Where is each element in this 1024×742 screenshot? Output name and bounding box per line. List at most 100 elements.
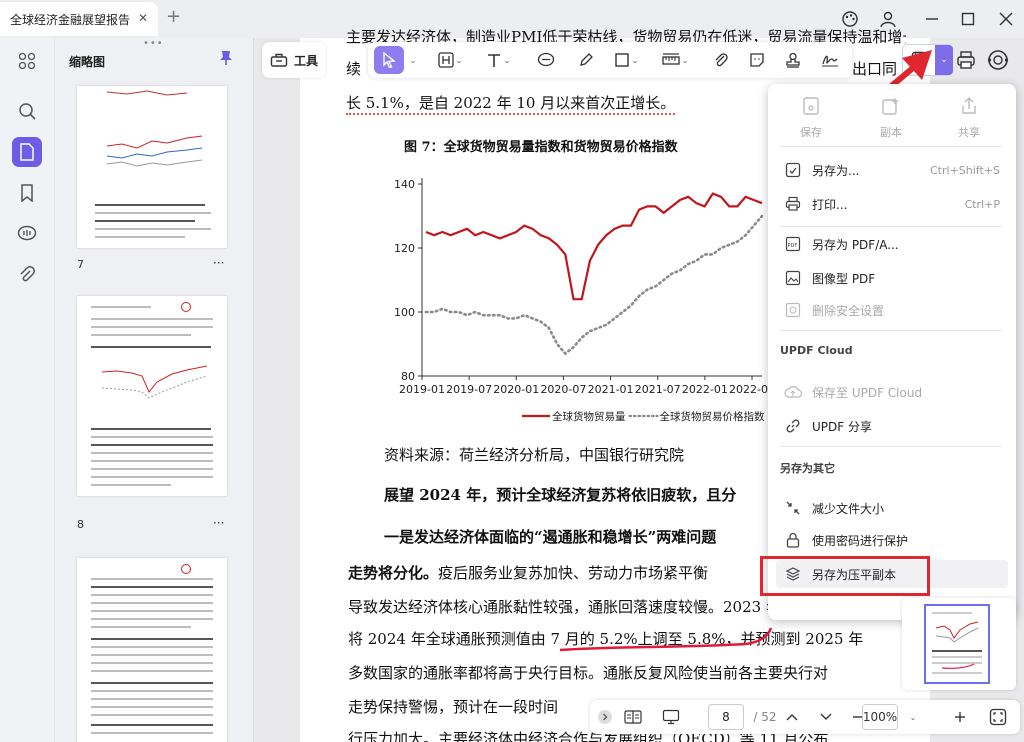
ruler-icon	[661, 53, 680, 65]
legend-label: 全球货物贸易价格指数	[660, 410, 765, 423]
page-up-icon[interactable]	[782, 706, 802, 728]
x-tick-label: 2019-07	[446, 383, 492, 396]
measure-tool[interactable]: ⌄	[656, 46, 694, 74]
series-line-0	[425, 192, 763, 301]
menu-item-updf-share[interactable]: UPDF 分享	[776, 412, 1008, 440]
minimap-viewport[interactable]	[924, 604, 990, 684]
page-down-icon[interactable]	[816, 706, 836, 728]
presentation-icon[interactable]	[660, 706, 682, 728]
new-tab-button[interactable]: +	[166, 8, 181, 26]
attachment-icon[interactable]	[12, 260, 42, 290]
document-tab[interactable]: 全球经济金融展望报告 ✕	[0, 2, 158, 36]
highlight-icon	[437, 52, 454, 68]
tools-label: 工具	[293, 53, 318, 68]
attach-tool[interactable]	[708, 46, 734, 74]
zoom-in-icon[interactable]	[952, 706, 968, 728]
apps-icon[interactable]	[12, 46, 42, 76]
menu-save-button[interactable]: 保存	[780, 94, 842, 140]
menu-item-label: 保存至 UPDF Cloud	[812, 385, 923, 400]
minimize-icon[interactable]	[920, 8, 944, 30]
menu-share-button[interactable]: 共享	[938, 94, 1000, 140]
menu-section-cloud: UPDF Cloud	[780, 344, 853, 357]
shortcut-label: Ctrl+Shift+S	[930, 163, 1000, 177]
thumbnail-panel: ••• 缩略图 7 ··· 8 ···	[54, 38, 254, 742]
print-icon	[780, 196, 806, 212]
legend-label: 全球货物贸易量	[552, 410, 626, 423]
page-thumbnail-9[interactable]	[77, 558, 227, 742]
paragraph-text: 走势保持警惕，预计在一段时间	[348, 698, 559, 716]
menu-item-label: 图像型 PDF	[812, 271, 876, 286]
svg-text:PDF: PDF	[788, 243, 798, 249]
stamp-tool[interactable]	[780, 46, 806, 74]
close-tab-icon[interactable]: ✕	[138, 11, 148, 25]
collapse-arrow-icon[interactable]	[596, 706, 614, 728]
tools-button[interactable]: 工具	[262, 42, 326, 78]
page-thumbnail-7[interactable]	[77, 86, 227, 248]
print-icon[interactable]	[956, 50, 976, 73]
menu-item-image-pdf[interactable]: 图像型 PDF	[776, 264, 1008, 292]
save-icon	[803, 97, 819, 115]
figure-caption: 图 7：全球货物贸易量指数和货物贸易价格指数	[404, 140, 678, 155]
reading-mode-icon[interactable]	[622, 706, 644, 728]
page-thumbnail-8[interactable]	[77, 296, 227, 496]
menu-item-reduce-size[interactable]: 减少文件大小	[776, 494, 1008, 522]
pencil-tool[interactable]	[572, 46, 600, 74]
select-tool[interactable]	[374, 46, 404, 74]
page-minimap[interactable]	[902, 598, 1016, 690]
minimap-page-preview	[932, 612, 982, 674]
comment-tool[interactable]	[532, 46, 560, 74]
select-tool-dropdown[interactable]: ⌄	[406, 46, 418, 74]
toolbox-icon	[270, 53, 288, 67]
highlight-tool[interactable]: ⌄	[432, 46, 468, 74]
comment-icon[interactable]	[12, 219, 42, 249]
bookmark-icon[interactable]	[12, 178, 42, 208]
menu-copy-button[interactable]: 副本	[860, 94, 922, 140]
paragraph-text: 多数国家的通胀率都将高于央行目标。通胀反复风险使当前各主要央行对	[348, 664, 829, 682]
menu-item-save-cloud[interactable]: 保存至 UPDF Cloud	[776, 378, 1008, 406]
page-number-input[interactable]: 8	[708, 704, 744, 730]
thumbnail-chart	[106, 90, 203, 167]
pdfa-icon: PDF	[780, 236, 806, 252]
rectangle-icon	[614, 53, 629, 67]
pin-icon[interactable]	[219, 50, 233, 69]
drag-handle-icon[interactable]: •••	[143, 38, 164, 49]
ai-assistant-icon[interactable]	[986, 48, 1010, 75]
close-window-icon[interactable]	[994, 8, 1018, 30]
document-text-line: 续	[346, 60, 362, 78]
text-tool[interactable]: ⌄	[478, 46, 518, 74]
menu-item-save-pdfa[interactable]: PDF 另存为 PDF/A...	[776, 230, 1008, 258]
comment-bubble-icon	[537, 52, 555, 67]
fit-page-icon[interactable]	[988, 706, 1008, 728]
menu-item-password-protect[interactable]: 使用密码进行保护	[776, 526, 1008, 554]
search-icon[interactable]	[12, 96, 42, 126]
save-dropdown-toggle[interactable]: ⌄	[935, 45, 953, 75]
menu-item-label: 打印...	[812, 197, 848, 212]
zoom-level-field[interactable]: 100%	[862, 704, 898, 730]
menu-item-print[interactable]: 打印... Ctrl+P	[776, 190, 1008, 218]
page-more-button[interactable]: ···	[213, 516, 224, 530]
y-tick-label: 140	[394, 178, 415, 191]
copy-plus-icon	[882, 98, 898, 115]
paragraph-text: 走势将分化。疫后服务业复苏加快、劳动力市场紧平衡	[348, 562, 708, 583]
menu-item-label: 减少文件大小	[812, 501, 885, 516]
document-text-line: 长 5.1%，是自 2022 年 10 月以来首次正增长。	[346, 92, 676, 115]
x-tick-label: 2021-01	[588, 383, 634, 396]
shortcut-label: Ctrl+P	[964, 197, 1000, 211]
sticker-tool[interactable]	[744, 46, 770, 74]
section-heading: 展望 2024 年，预计全球经济复苏将依旧疲软，且分	[384, 486, 737, 504]
menu-item-save-as[interactable]: 另存为... Ctrl+Shift+S	[776, 156, 1008, 184]
x-tick-label: 2020-01	[493, 383, 539, 396]
sticker-icon	[750, 53, 764, 67]
y-tick-label: 80	[401, 370, 415, 383]
menu-copy-label: 副本	[880, 126, 902, 139]
maximize-icon[interactable]	[956, 8, 980, 30]
text-icon	[487, 54, 500, 67]
menu-item-label: UPDF 分享	[812, 419, 872, 434]
menu-share-label: 共享	[958, 126, 980, 139]
thumbnails-icon[interactable]	[12, 137, 42, 167]
menu-item-remove-security[interactable]: 删除安全设置	[776, 296, 1008, 324]
page-more-button[interactable]: ···	[213, 256, 224, 270]
zoom-dropdown-icon[interactable]: ⌄	[906, 706, 918, 728]
shape-tool[interactable]: ⌄	[608, 46, 644, 74]
handwritten-underline	[559, 627, 773, 652]
